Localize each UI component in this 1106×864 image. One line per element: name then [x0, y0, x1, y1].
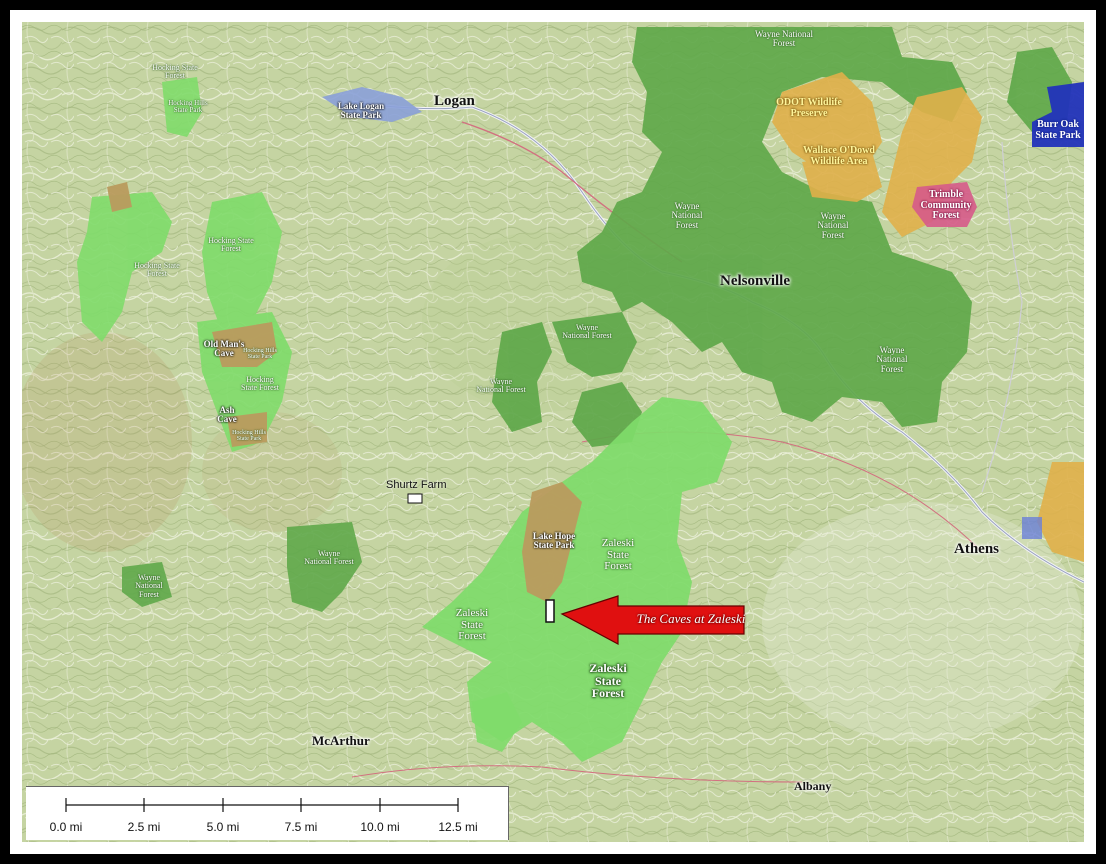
caves-marker	[545, 599, 555, 623]
scale-bar: 0.0 mi 2.5 mi 5.0 mi 7.5 mi 10.0 mi 12.5…	[26, 786, 509, 840]
label-hocking-hills-sp-3: Hocking Hills State Park	[232, 430, 266, 443]
label-wayne-nf-6: Wayne National Forest	[876, 345, 908, 374]
label-hocking-sf-4: Hocking State Forest	[241, 375, 279, 393]
scale-tick-1: 2.5 mi	[127, 820, 161, 834]
label-odot: ODOT Wildlife Preserve	[776, 97, 842, 119]
label-trimble: Trimble Community Forest	[920, 189, 972, 221]
town-mcarthur: McArthur	[312, 733, 370, 748]
label-wayne-nf-8: Wayne National Forest	[135, 573, 163, 599]
scale-tick-4: 10.0 mi	[360, 820, 400, 834]
label-shurtz-farm: Shurtz Farm	[386, 479, 447, 491]
label-wallace: Wallace O'Dowd Wildlife Area	[803, 145, 875, 167]
label-hocking-hills-sp-1: Hocking Hills State Park	[168, 99, 208, 115]
scale-tick-3: 7.5 mi	[284, 820, 318, 834]
label-burr-oak: Burr Oak State Park	[1035, 119, 1081, 141]
label-wayne-nf-5: Wayne National Forest	[476, 377, 526, 395]
town-nelsonville: Nelsonville	[720, 273, 790, 289]
label-wayne-nf-top: Wayne National Forest	[754, 29, 813, 49]
scale-tick-0: 0.0 mi	[49, 820, 83, 834]
label-wayne-nf-3: Wayne National Forest	[817, 211, 849, 240]
label-zaleski-3: Zaleski State Forest	[589, 661, 627, 701]
map-canvas[interactable]: Logan Nelsonville Athens McArthur Albany…	[22, 22, 1084, 842]
map-terrain	[22, 22, 1084, 842]
town-albany: Albany	[794, 779, 832, 793]
label-lake-hope: Lake Hope State Park	[532, 531, 576, 551]
scale-tick-5: 12.5 mi	[438, 820, 478, 834]
label-wayne-nf-2: Wayne National Forest	[671, 201, 703, 230]
label-wayne-nf-4: Wayne National Forest	[562, 323, 612, 341]
town-logan: Logan	[434, 93, 475, 109]
callout-label: The Caves at Zaleski	[636, 611, 746, 626]
shurtz-farm-marker	[407, 493, 423, 504]
label-lake-logan: Lake Logan State Park	[337, 101, 385, 121]
label-zaleski-1: Zaleski State Forest	[601, 537, 635, 573]
label-zaleski-2: Zaleski State Forest	[455, 607, 489, 643]
scale-tick-2: 5.0 mi	[206, 820, 240, 834]
label-ash-cave: Ash Cave	[217, 405, 237, 425]
label-hocking-sf-3: Hocking State Forest	[208, 236, 254, 254]
label-wayne-nf-7: Wayne National Forest	[304, 549, 354, 567]
map-frame-outer: Logan Nelsonville Athens McArthur Albany…	[0, 0, 1106, 864]
town-athens: Athens	[954, 541, 1000, 557]
label-hocking-sf-1: Hocking State Forest	[152, 63, 198, 81]
label-hocking-sf-2: Hocking State Forest	[134, 261, 180, 279]
label-hocking-hills-sp-2: Hocking Hills State Park	[243, 348, 277, 361]
